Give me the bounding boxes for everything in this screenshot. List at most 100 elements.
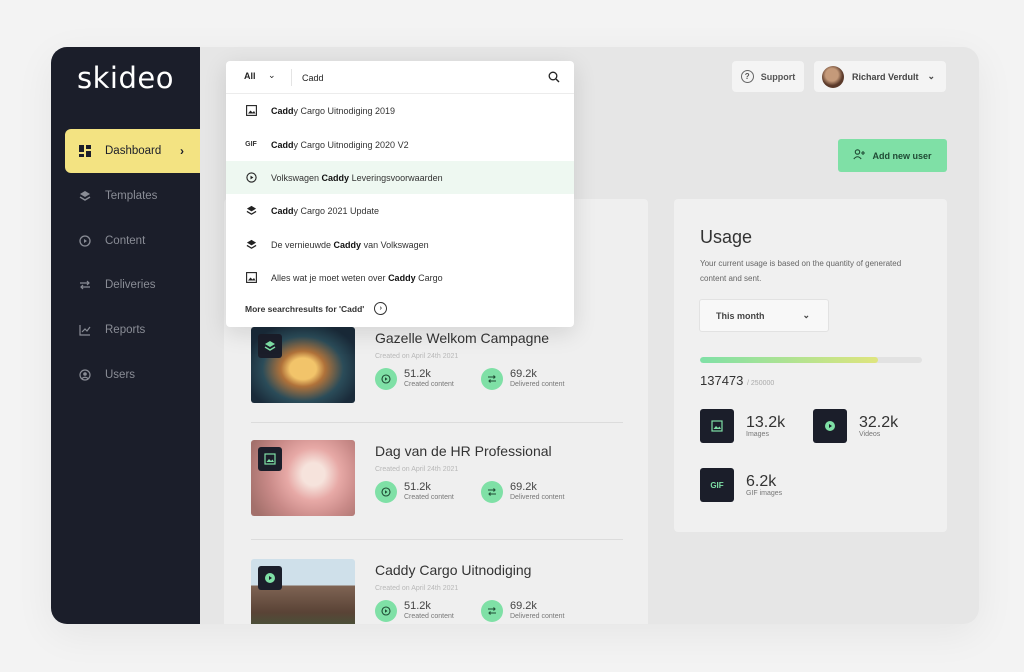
add-user-label: Add new user bbox=[872, 150, 932, 161]
image-icon bbox=[245, 272, 257, 283]
sidebar-item-label: Content bbox=[105, 235, 146, 247]
usage-title: Usage bbox=[700, 227, 753, 247]
search-input[interactable] bbox=[302, 69, 542, 86]
search-result-item[interactable]: Volkswagen Caddy Leveringsvoorwaarden bbox=[226, 161, 574, 194]
divider bbox=[251, 539, 623, 540]
chevron-right-icon: › bbox=[180, 144, 184, 158]
avatar bbox=[822, 65, 844, 88]
help-icon: ? bbox=[740, 70, 754, 83]
metric-label: Videos bbox=[859, 431, 881, 438]
swap-icon bbox=[481, 481, 503, 503]
result-suffix: Leveringsvoorwaarden bbox=[349, 172, 443, 183]
stat-label: Delivered content bbox=[510, 613, 565, 620]
usage-count-value: 137473 bbox=[700, 373, 744, 388]
card-title: Dag van de HR Professional bbox=[375, 443, 552, 459]
user-name: Richard Verdult bbox=[852, 71, 919, 82]
search-result-item[interactable]: De vernieuwde Caddy van Volkswagen bbox=[226, 228, 574, 261]
layers-icon bbox=[78, 190, 91, 203]
sidebar-item-label: Reports bbox=[105, 324, 146, 336]
sidebar-item-users[interactable]: Users bbox=[65, 353, 200, 397]
content-thumbnail bbox=[251, 440, 355, 516]
result-match: Cadd bbox=[271, 205, 294, 216]
result-prefix: Volkswagen bbox=[271, 172, 322, 183]
result-match: Cadd bbox=[271, 139, 294, 150]
search-scope-select[interactable]: All bbox=[244, 71, 256, 81]
delivered-stat: 69.2k Delivered content bbox=[481, 368, 564, 390]
sidebar-item-deliveries[interactable]: Deliveries bbox=[65, 263, 200, 307]
period-value: This month bbox=[716, 310, 765, 321]
delivered-stat: 69.2k Delivered content bbox=[481, 600, 564, 622]
usage-count: 137473 / 250000 bbox=[700, 373, 774, 388]
layers-icon bbox=[245, 239, 257, 250]
result-match: Caddy bbox=[333, 239, 362, 250]
stat-label: Created content bbox=[404, 494, 454, 501]
metric-value: 32.2k bbox=[859, 414, 899, 431]
search-dropdown: All ⌄ Caddy Cargo Uitnodiging 2019 GIF C… bbox=[226, 61, 574, 327]
sidebar-item-content[interactable]: Content bbox=[65, 219, 200, 263]
divider bbox=[291, 69, 292, 86]
play-circle-icon bbox=[375, 368, 397, 390]
result-match: Cadd bbox=[271, 105, 294, 116]
support-button[interactable]: ? Support bbox=[732, 61, 804, 92]
layers-icon bbox=[245, 205, 257, 216]
stat-value: 69.2k bbox=[510, 368, 537, 380]
swap-icon bbox=[481, 600, 503, 622]
play-circle-icon bbox=[375, 600, 397, 622]
search-icon[interactable] bbox=[548, 70, 560, 88]
sidebar: skideo Dashboard › Templates Content Del… bbox=[51, 47, 200, 624]
sidebar-item-label: Dashboard bbox=[105, 145, 162, 157]
logo: skideo bbox=[77, 61, 174, 95]
content-card[interactable]: Gazelle Welkom Campagne Created on April… bbox=[251, 327, 611, 409]
add-user-button[interactable]: Add new user bbox=[838, 139, 947, 172]
sidebar-item-label: Users bbox=[105, 369, 136, 381]
result-prefix: Alles wat je moet weten over bbox=[271, 272, 389, 283]
sidebar-item-dashboard[interactable]: Dashboard › bbox=[65, 129, 200, 173]
more-results-link[interactable]: More searchresults for 'Cadd' › bbox=[245, 302, 388, 315]
search-bar: All ⌄ bbox=[226, 61, 574, 94]
usage-progress-bar bbox=[700, 357, 922, 363]
usage-panel: Usage Your current usage is based on the… bbox=[674, 199, 947, 532]
grid-icon bbox=[78, 145, 91, 158]
period-select[interactable]: This month ⌄ bbox=[699, 299, 829, 332]
search-result-item[interactable]: Caddy Cargo 2021 Update bbox=[226, 194, 574, 227]
swap-icon bbox=[78, 279, 91, 292]
play-icon bbox=[813, 409, 847, 443]
sidebar-item-label: Deliveries bbox=[105, 279, 156, 291]
created-stat: 51.2k Created content bbox=[375, 481, 454, 503]
search-result-item[interactable]: Alles wat je moet weten over Caddy Cargo bbox=[226, 261, 574, 294]
usage-progress-fill bbox=[700, 357, 878, 363]
sidebar-item-templates[interactable]: Templates bbox=[65, 174, 200, 218]
delivered-stat: 69.2k Delivered content bbox=[481, 481, 564, 503]
image-icon bbox=[700, 409, 734, 443]
result-suffix: y Cargo Uitnodiging 2020 V2 bbox=[293, 139, 409, 150]
more-results-label: More searchresults for 'Cadd' bbox=[245, 303, 365, 314]
usage-description: Your current usage is based on the quant… bbox=[700, 259, 902, 283]
content-card[interactable]: Caddy Cargo Uitnodiging Created on April… bbox=[251, 559, 611, 624]
arrow-right-icon: › bbox=[374, 302, 388, 315]
search-result-item[interactable]: Caddy Cargo Uitnodiging 2019 bbox=[226, 94, 574, 127]
result-match: Caddy bbox=[388, 272, 416, 283]
stat-value: 51.2k bbox=[404, 481, 431, 493]
chevron-down-icon[interactable]: ⌄ bbox=[268, 70, 276, 81]
card-title: Gazelle Welkom Campagne bbox=[375, 330, 550, 346]
content-thumbnail bbox=[251, 559, 355, 624]
sidebar-item-reports[interactable]: Reports bbox=[65, 308, 200, 352]
card-date: Created on April 24th 2021 bbox=[375, 353, 459, 360]
card-date: Created on April 24th 2021 bbox=[375, 466, 459, 473]
content-card[interactable]: Dag van de HR Professional Created on Ap… bbox=[251, 440, 611, 522]
result-suffix: y Cargo Uitnodiging 2019 bbox=[293, 105, 396, 116]
usage-max: / 250000 bbox=[747, 380, 775, 387]
metric-label: Images bbox=[746, 431, 769, 438]
card-date: Created on April 24th 2021 bbox=[375, 585, 459, 592]
stat-value: 51.2k bbox=[404, 600, 431, 612]
stat-label: Delivered content bbox=[510, 494, 565, 501]
user-circle-icon bbox=[78, 369, 91, 382]
sidebar-item-label: Templates bbox=[105, 190, 158, 202]
search-result-item[interactable]: GIF Caddy Cargo Uitnodiging 2020 V2 bbox=[226, 128, 574, 161]
image-icon bbox=[258, 447, 282, 471]
stat-label: Created content bbox=[404, 381, 454, 388]
user-menu-button[interactable]: Richard Verdult ⌄ bbox=[814, 61, 946, 92]
metric-videos: 32.2k Videos bbox=[813, 409, 898, 443]
metric-value: 6.2k bbox=[746, 473, 777, 490]
created-stat: 51.2k Created content bbox=[375, 600, 454, 622]
